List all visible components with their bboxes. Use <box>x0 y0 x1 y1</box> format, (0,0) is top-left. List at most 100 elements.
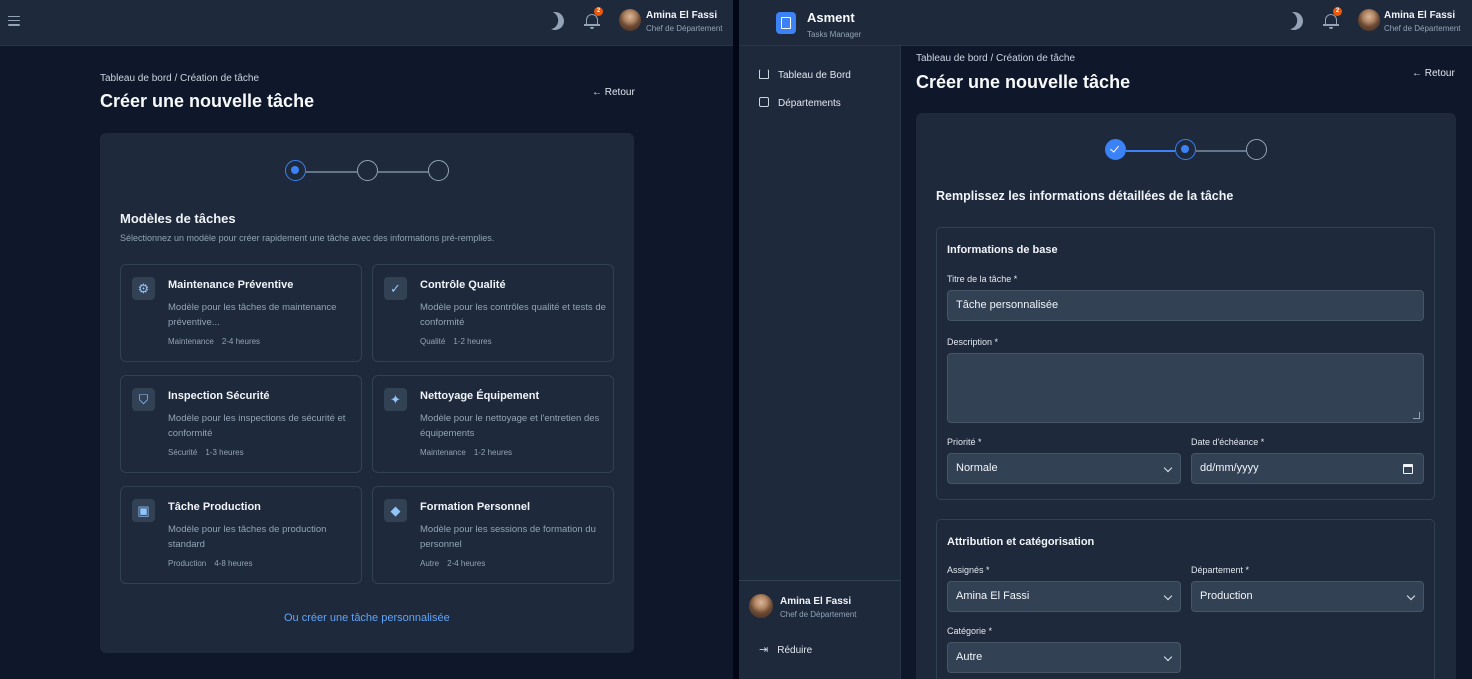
template-duration: 2-4 heures <box>221 337 261 346</box>
sidebar-user-role: Chef de Département <box>780 610 857 619</box>
section-title: Informations de base <box>947 244 1058 256</box>
briefcase-icon: ▣ <box>132 499 155 522</box>
category-select[interactable]: Autre <box>947 642 1181 673</box>
template-description: Modèle pour les tâches de maintenance pr… <box>168 302 337 328</box>
brand-name: Asment <box>807 10 855 25</box>
sidebar-item-label: Départements <box>778 98 841 109</box>
template-card-training[interactable]: ◆ Formation Personnel Modèle pour les se… <box>372 486 614 584</box>
left-view: 2 Amina El Fassi Chef de Département Tab… <box>0 0 733 679</box>
sidebar-item-dashboard[interactable]: Tableau de Bord <box>759 69 851 81</box>
notification-badge: 2 <box>1333 7 1342 16</box>
template-card: Modèles de tâches Sélectionnez un modèle… <box>100 133 634 653</box>
template-description: Modèle pour les inspections de sécurité … <box>168 413 346 439</box>
step-2-indicator <box>357 160 378 181</box>
templates-heading: Modèles de tâches <box>120 211 236 226</box>
building-logo-icon <box>776 12 796 34</box>
basic-info-section: Informations de base Titre de la tâche *… <box>936 227 1435 500</box>
home-icon <box>759 69 769 79</box>
back-button[interactable]: ← Retour <box>592 87 635 98</box>
category-label: Catégorie * <box>947 626 993 636</box>
avatar[interactable] <box>1358 9 1380 31</box>
page-title: Créer une nouvelle tâche <box>916 72 1131 92</box>
check-icon: ✓ <box>384 277 407 300</box>
due-date-label: Date d'échéance * <box>1191 437 1265 447</box>
template-category: Sécurité <box>168 448 198 457</box>
section-title: Attribution et catégorisation <box>947 536 1095 548</box>
template-card-maintenance[interactable]: ⚙ Maintenance Préventive Modèle pour les… <box>120 264 362 362</box>
template-title: Nettoyage Équipement <box>420 390 540 402</box>
avatar[interactable] <box>619 9 641 31</box>
user-name: Amina El Fassi <box>646 10 718 21</box>
department-label: Département * <box>1191 565 1250 575</box>
custom-task-link[interactable]: Ou créer une tâche personnalisée <box>284 612 450 624</box>
title-input[interactable]: Tâche personnalisée <box>947 290 1424 321</box>
gear-icon: ⚙ <box>132 277 155 300</box>
assignment-section: Attribution et catégorisation Assignés *… <box>936 519 1435 679</box>
assignees-select[interactable]: Amina El Fassi <box>947 581 1181 612</box>
template-meta: Maintenance 2-4 heures <box>168 337 268 346</box>
user-role: Chef de Département <box>1384 24 1461 33</box>
breadcrumb[interactable]: Tableau de bord / Création de tâche <box>100 73 259 84</box>
template-description: Modèle pour les tâches de production sta… <box>168 524 327 550</box>
step-1-indicator <box>285 160 306 181</box>
top-bar: Asment Tasks Manager 2 Amina El Fassi Ch… <box>739 0 1472 46</box>
collapse-sidebar-button[interactable]: ⇥ Réduire <box>759 643 812 656</box>
template-category: Maintenance <box>168 337 214 346</box>
template-title: Maintenance Préventive <box>168 279 294 291</box>
template-description: Modèle pour les sessions de formation du… <box>420 524 596 550</box>
moon-icon[interactable] <box>1282 9 1306 33</box>
sidebar-divider <box>739 580 900 581</box>
breadcrumb[interactable]: Tableau de bord / Création de tâche <box>916 53 1075 64</box>
template-card-safety[interactable]: ⛉ Inspection Sécurité Modèle pour les in… <box>120 375 362 473</box>
avatar[interactable] <box>749 594 773 618</box>
moon-icon[interactable] <box>543 9 567 33</box>
step-2-indicator <box>1175 139 1196 160</box>
bell-icon[interactable]: 2 <box>584 7 603 30</box>
bell-icon[interactable]: 2 <box>1323 7 1342 30</box>
calendar-icon[interactable] <box>1403 464 1413 474</box>
template-duration: 2-4 heures <box>447 559 486 568</box>
template-card-production[interactable]: ▣ Tâche Production Modèle pour les tâche… <box>120 486 362 584</box>
template-category: Maintenance <box>420 448 466 457</box>
template-description: Modèle pour les contrôles qualité et tes… <box>420 302 606 328</box>
template-title: Formation Personnel <box>420 501 531 513</box>
template-duration: 1-2 heures <box>453 337 492 346</box>
template-category: Production <box>168 559 207 568</box>
due-date-input[interactable]: dd/mm/yyyy <box>1191 453 1424 484</box>
sidebar: Tableau de Bord Départements Amina El Fa… <box>739 46 901 679</box>
department-select[interactable]: Production <box>1191 581 1424 612</box>
template-description: Modèle pour le nettoyage et l'entretien … <box>420 413 600 439</box>
template-title: Tâche Production <box>168 501 261 513</box>
step-connector <box>1126 150 1175 152</box>
templates-subheading: Sélectionnez un modèle pour créer rapide… <box>120 233 495 243</box>
template-meta: Maintenance 1-2 heures <box>420 448 520 457</box>
step-1-indicator <box>1105 139 1126 160</box>
priority-label: Priorité * <box>947 437 982 447</box>
right-view: Asment Tasks Manager 2 Amina El Fassi Ch… <box>739 0 1472 679</box>
collapse-label: Réduire <box>777 645 813 656</box>
priority-select[interactable]: Normale <box>947 453 1181 484</box>
template-meta: Production 4-8 heures <box>168 559 261 568</box>
sidebar-item-departments[interactable]: Départements <box>759 97 841 109</box>
step-connector <box>306 171 357 173</box>
description-label: Description * <box>947 337 999 347</box>
due-date-placeholder: dd/mm/yyyy <box>1200 462 1259 474</box>
details-heading: Remplissez les informations détaillées d… <box>936 189 1234 203</box>
description-textarea[interactable] <box>947 353 1424 423</box>
page-title: Créer une nouvelle tâche <box>100 91 315 111</box>
logout-arrow-icon: ⇥ <box>759 644 769 656</box>
template-category: Qualité <box>420 337 446 346</box>
template-card-cleaning[interactable]: ✦ Nettoyage Équipement Modèle pour le ne… <box>372 375 614 473</box>
menu-icon[interactable] <box>8 13 20 28</box>
template-card-quality[interactable]: ✓ Contrôle Qualité Modèle pour les contr… <box>372 264 614 362</box>
user-name: Amina El Fassi <box>1384 10 1456 21</box>
assignees-label: Assignés * <box>947 565 990 575</box>
title-label: Titre de la tâche * <box>947 274 1018 284</box>
back-button[interactable]: ← Retour <box>1412 68 1455 79</box>
step-3-indicator <box>1246 139 1267 160</box>
template-meta: Sécurité 1-3 heures <box>168 448 252 457</box>
template-title: Contrôle Qualité <box>420 279 506 291</box>
template-meta: Qualité 1-2 heures <box>420 337 500 346</box>
graduation-cap-icon: ◆ <box>384 499 407 522</box>
step-connector <box>1196 150 1246 152</box>
